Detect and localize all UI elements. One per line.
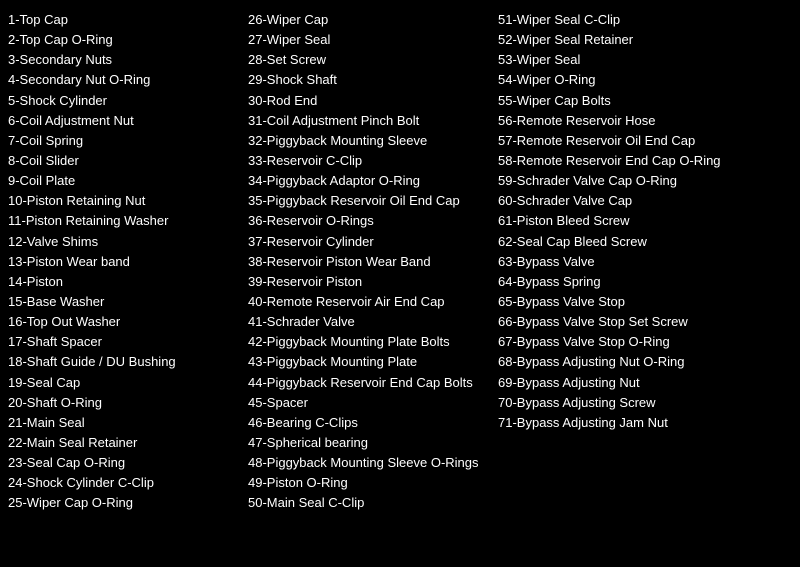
list-item: 68-Bypass Adjusting Nut O-Ring: [498, 352, 768, 372]
list-item: 6-Coil Adjustment Nut: [8, 111, 240, 131]
list-item: 49-Piston O-Ring: [248, 473, 490, 493]
list-item: 1-Top Cap: [8, 10, 240, 30]
list-item: 50-Main Seal C-Clip: [248, 493, 490, 513]
list-item: 38-Reservoir Piston Wear Band: [248, 252, 490, 272]
list-item: 58-Remote Reservoir End Cap O-Ring: [498, 151, 768, 171]
list-item: 67-Bypass Valve Stop O-Ring: [498, 332, 768, 352]
list-item: 39-Reservoir Piston: [248, 272, 490, 292]
list-item: 51-Wiper Seal C-Clip: [498, 10, 768, 30]
list-item: 43-Piggyback Mounting Plate: [248, 352, 490, 372]
list-item: 54-Wiper O-Ring: [498, 70, 768, 90]
list-item: 52-Wiper Seal Retainer: [498, 30, 768, 50]
list-item: 48-Piggyback Mounting Sleeve O-Rings: [248, 453, 490, 473]
list-item: 27-Wiper Seal: [248, 30, 490, 50]
list-item: 53-Wiper Seal: [498, 50, 768, 70]
parts-list: 1-Top Cap2-Top Cap O-Ring3-Secondary Nut…: [0, 0, 800, 567]
list-item: 35-Piggyback Reservoir Oil End Cap: [248, 191, 490, 211]
list-item: 18-Shaft Guide / DU Bushing: [8, 352, 240, 372]
column-3: 51-Wiper Seal C-Clip52-Wiper Seal Retain…: [498, 10, 768, 557]
list-item: 8-Coil Slider: [8, 151, 240, 171]
list-item: 9-Coil Plate: [8, 171, 240, 191]
list-item: 70-Bypass Adjusting Screw: [498, 393, 768, 413]
list-item: 20-Shaft O-Ring: [8, 393, 240, 413]
list-item: 34-Piggyback Adaptor O-Ring: [248, 171, 490, 191]
list-item: 22-Main Seal Retainer: [8, 433, 240, 453]
list-item: 40-Remote Reservoir Air End Cap: [248, 292, 490, 312]
list-item: 71-Bypass Adjusting Jam Nut: [498, 413, 768, 433]
list-item: 5-Shock Cylinder: [8, 91, 240, 111]
list-item: 26-Wiper Cap: [248, 10, 490, 30]
list-item: 19-Seal Cap: [8, 373, 240, 393]
column-2: 26-Wiper Cap27-Wiper Seal28-Set Screw29-…: [248, 10, 498, 557]
list-item: 3-Secondary Nuts: [8, 50, 240, 70]
list-item: 11-Piston Retaining Washer: [8, 211, 240, 231]
list-item: 33-Reservoir C-Clip: [248, 151, 490, 171]
column-1: 1-Top Cap2-Top Cap O-Ring3-Secondary Nut…: [8, 10, 248, 557]
list-item: 14-Piston: [8, 272, 240, 292]
list-item: 44-Piggyback Reservoir End Cap Bolts: [248, 373, 490, 393]
list-item: 13-Piston Wear band: [8, 252, 240, 272]
list-item: 45-Spacer: [248, 393, 490, 413]
list-item: 65-Bypass Valve Stop: [498, 292, 768, 312]
list-item: 59-Schrader Valve Cap O-Ring: [498, 171, 768, 191]
list-item: 12-Valve Shims: [8, 232, 240, 252]
list-item: 4-Secondary Nut O-Ring: [8, 70, 240, 90]
list-item: 7-Coil Spring: [8, 131, 240, 151]
list-item: 37-Reservoir Cylinder: [248, 232, 490, 252]
list-item: 17-Shaft Spacer: [8, 332, 240, 352]
list-item: 2-Top Cap O-Ring: [8, 30, 240, 50]
list-item: 46-Bearing C-Clips: [248, 413, 490, 433]
list-item: 25-Wiper Cap O-Ring: [8, 493, 240, 513]
list-item: 56-Remote Reservoir Hose: [498, 111, 768, 131]
list-item: 64-Bypass Spring: [498, 272, 768, 292]
list-item: 55-Wiper Cap Bolts: [498, 91, 768, 111]
list-item: 47-Spherical bearing: [248, 433, 490, 453]
list-item: 32-Piggyback Mounting Sleeve: [248, 131, 490, 151]
list-item: 29-Shock Shaft: [248, 70, 490, 90]
list-item: 57-Remote Reservoir Oil End Cap: [498, 131, 768, 151]
list-item: 21-Main Seal: [8, 413, 240, 433]
list-item: 10-Piston Retaining Nut: [8, 191, 240, 211]
list-item: 28-Set Screw: [248, 50, 490, 70]
list-item: 36-Reservoir O-Rings: [248, 211, 490, 231]
list-item: 41-Schrader Valve: [248, 312, 490, 332]
list-item: 60-Schrader Valve Cap: [498, 191, 768, 211]
list-item: 31-Coil Adjustment Pinch Bolt: [248, 111, 490, 131]
list-item: 15-Base Washer: [8, 292, 240, 312]
list-item: 61-Piston Bleed Screw: [498, 211, 768, 231]
list-item: 62-Seal Cap Bleed Screw: [498, 232, 768, 252]
list-item: 24-Shock Cylinder C-Clip: [8, 473, 240, 493]
list-item: 63-Bypass Valve: [498, 252, 768, 272]
list-item: 23-Seal Cap O-Ring: [8, 453, 240, 473]
list-item: 30-Rod End: [248, 91, 490, 111]
list-item: 69-Bypass Adjusting Nut: [498, 373, 768, 393]
list-item: 66-Bypass Valve Stop Set Screw: [498, 312, 768, 332]
list-item: 42-Piggyback Mounting Plate Bolts: [248, 332, 490, 352]
list-item: 16-Top Out Washer: [8, 312, 240, 332]
